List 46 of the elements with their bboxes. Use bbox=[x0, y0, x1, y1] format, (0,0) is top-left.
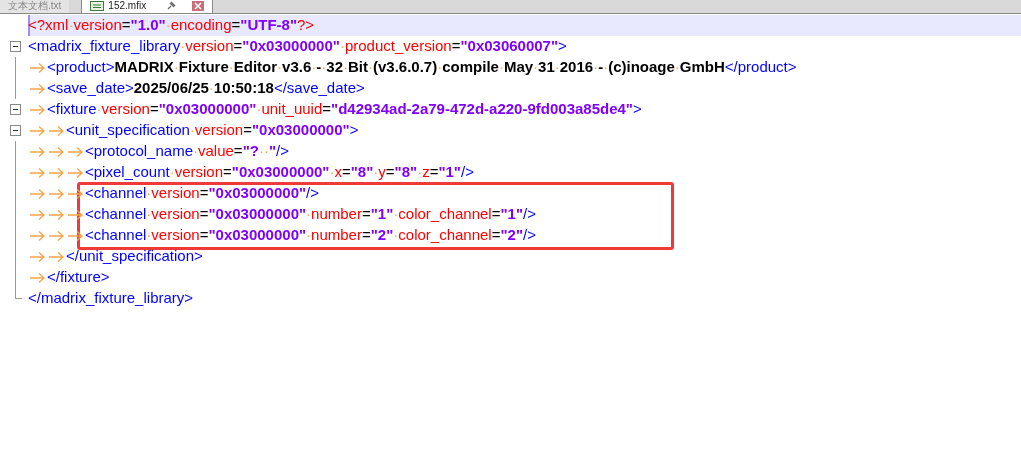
tab-arrow-icon bbox=[28, 61, 47, 74]
code-line: <save_date>2025/06/25·10:50:18</save_date> bbox=[47, 78, 365, 99]
tab-arrow-icon bbox=[28, 145, 47, 158]
tab-label: 文本文档.txt bbox=[8, 1, 62, 11]
tab-arrow-icon bbox=[47, 166, 66, 179]
document-icon bbox=[90, 1, 105, 11]
tab-arrow-icon bbox=[47, 124, 66, 137]
code-line: <pixel_count·version="0x03000000"·x="8"·y="8"·z="1"/> bbox=[85, 162, 474, 183]
fold-toggle-icon[interactable] bbox=[10, 104, 21, 115]
tab-arrow-icon bbox=[28, 124, 47, 137]
tab-arrow-icon bbox=[28, 103, 47, 116]
close-icon[interactable] bbox=[192, 1, 205, 11]
tab-arrow-icon bbox=[28, 166, 47, 179]
tab-arrow-icon bbox=[66, 208, 85, 221]
code-line: </madrix_fixture_library> bbox=[28, 288, 194, 309]
code-line: <channel·version="0x03000000"·number="2"·color_channel="2"/> bbox=[85, 225, 536, 246]
tab-arrow-icon bbox=[28, 250, 47, 263]
tab-arrow-icon bbox=[66, 166, 85, 179]
code-line: <channel·version="0x03000000"·number="1"·color_channel="1"/> bbox=[85, 204, 536, 225]
tab-arrow-icon bbox=[47, 145, 66, 158]
code-line: </unit_specification> bbox=[66, 246, 203, 267]
tab-arrow-icon bbox=[66, 229, 85, 242]
tab-arrow-icon bbox=[47, 208, 66, 221]
file-tab[interactable]: 152.mfix bbox=[81, 0, 214, 13]
fold-toggle-icon[interactable] bbox=[10, 41, 21, 52]
code-line: <?xml·version="1.0"·encoding="UTF-8"?> bbox=[28, 15, 315, 36]
tab-arrow-icon bbox=[28, 82, 47, 95]
tab-arrow-icon bbox=[28, 208, 47, 221]
fold-toggle-icon[interactable] bbox=[10, 125, 21, 136]
code-line: <protocol_name·value="?··"/> bbox=[85, 141, 289, 162]
tab-arrow-icon bbox=[28, 271, 47, 284]
pin-icon[interactable] bbox=[166, 1, 177, 11]
tab-arrow-icon bbox=[47, 250, 66, 263]
tab-arrow-icon bbox=[47, 229, 66, 242]
tab-arrow-icon bbox=[47, 187, 66, 200]
code-line: <madrix_fixture_library·version="0x03000000"·product_version="0x03060007"> bbox=[28, 36, 567, 57]
tab-arrow-icon bbox=[28, 187, 47, 200]
code-line: <product>MADRIX·Fixture·Editor·v3.6·-·32·Bit·(v3.6.0.7)·compile·May·31·2016·-·(c)inoage·GmbH</product> bbox=[47, 57, 797, 78]
code-line: <fixture·version="0x03000000"·unit_uuid="d42934ad-2a79-472d-a220-9fd003a85de4"> bbox=[47, 99, 642, 120]
tab-label: 152.mfix bbox=[108, 1, 147, 11]
code-line: <channel·version="0x03000000"/> bbox=[85, 183, 320, 204]
tab-arrow-icon bbox=[66, 145, 85, 158]
tab-arrow-icon bbox=[66, 187, 85, 200]
tab-arrow-icon bbox=[28, 229, 47, 242]
code-line: <unit_specification·version="0x03000000"> bbox=[66, 120, 359, 141]
code-line: </fixture> bbox=[47, 267, 110, 288]
